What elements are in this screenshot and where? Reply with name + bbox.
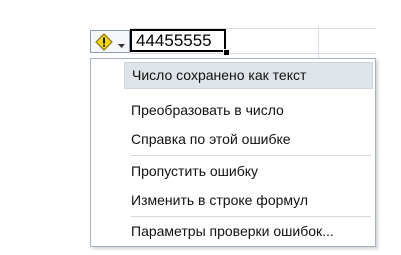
menu-header-error-type: Число сохранено как текст — [124, 62, 373, 89]
grid-column-line — [318, 26, 319, 62]
menu-gutter — [91, 59, 123, 246]
menu-item-help-on-error[interactable]: Справка по этой ошибке — [131, 130, 291, 148]
menu-item-edit-in-formula-bar[interactable]: Изменить в строке формул — [131, 191, 308, 209]
chevron-down-icon[interactable] — [117, 37, 126, 48]
menu-item-convert-to-number[interactable]: Преобразовать в число — [131, 101, 284, 119]
menu-item-ignore-error[interactable]: Пропустить ошибку — [131, 162, 258, 180]
menu-separator — [131, 155, 371, 156]
error-check-button[interactable] — [90, 30, 130, 53]
menu-separator — [131, 216, 371, 217]
menu-item-error-checking-options[interactable]: Параметры проверки ошибок... — [131, 222, 334, 240]
fill-handle[interactable] — [223, 49, 230, 56]
active-cell[interactable]: 44455555 — [130, 29, 226, 52]
error-context-menu: Число сохранено как текст Преобразовать … — [90, 58, 376, 247]
warning-icon — [95, 32, 113, 51]
grid-row-line — [130, 53, 376, 54]
